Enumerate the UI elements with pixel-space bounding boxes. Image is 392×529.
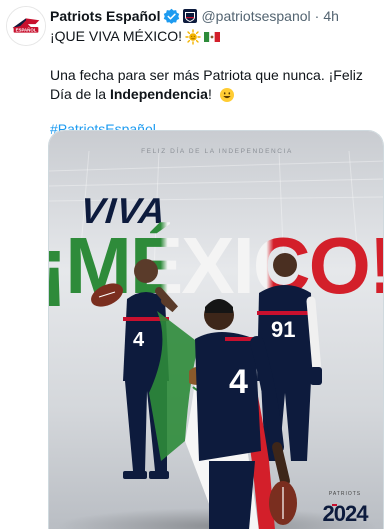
svg-text:ESPAÑOL: ESPAÑOL bbox=[16, 27, 37, 32]
verified-icon bbox=[163, 8, 180, 25]
nfl-badge-icon[interactable] bbox=[183, 9, 198, 23]
mexico-flag-emoji-icon bbox=[204, 29, 220, 45]
sun-emoji-icon bbox=[185, 28, 201, 45]
smile-emoji-icon bbox=[219, 87, 235, 103]
tweet[interactable]: ESPAÑOL Patriots Español @patriotsespano… bbox=[0, 0, 392, 529]
tweet-paragraph-2: Una fecha para ser más Patriota que nunc… bbox=[50, 66, 384, 104]
season-year: 2024 bbox=[323, 501, 370, 526]
separator-dot: · bbox=[314, 8, 320, 24]
jersey-number-left: 4 bbox=[133, 329, 145, 351]
tweet-bold-word: Independencia bbox=[109, 86, 208, 102]
jersey-number-right: 91 bbox=[271, 317, 295, 342]
tweet-image[interactable]: FELIZ DÍA DE LA INDEPENDENCIA VIVA ¡MÉXI… bbox=[48, 130, 384, 529]
tweet-line-1: ¡QUE VIVA MÉXICO! bbox=[50, 27, 384, 46]
tweet-line-1-text: ¡QUE VIVA MÉXICO! bbox=[50, 28, 182, 44]
author-handle[interactable]: @patriotsespanol bbox=[201, 8, 310, 24]
top-caption: FELIZ DÍA DE LA INDEPENDENCIA bbox=[141, 146, 293, 155]
viva-mexico-graphic: FELIZ DÍA DE LA INDEPENDENCIA VIVA ¡MÉXI… bbox=[49, 131, 383, 529]
timestamp[interactable]: 4h bbox=[323, 8, 339, 24]
avatar[interactable]: ESPAÑOL bbox=[6, 6, 46, 46]
tweet-paragraph-2-end: ! bbox=[207, 86, 212, 102]
jersey-number-center: 4 bbox=[229, 363, 248, 401]
tweet-header: Patriots Español @patriotsespanol · 4h bbox=[50, 6, 384, 26]
patriots-logo-icon: ESPAÑOL bbox=[7, 7, 45, 45]
season-label: PATRIOTS bbox=[329, 491, 361, 497]
author-name[interactable]: Patriots Español bbox=[50, 8, 160, 24]
